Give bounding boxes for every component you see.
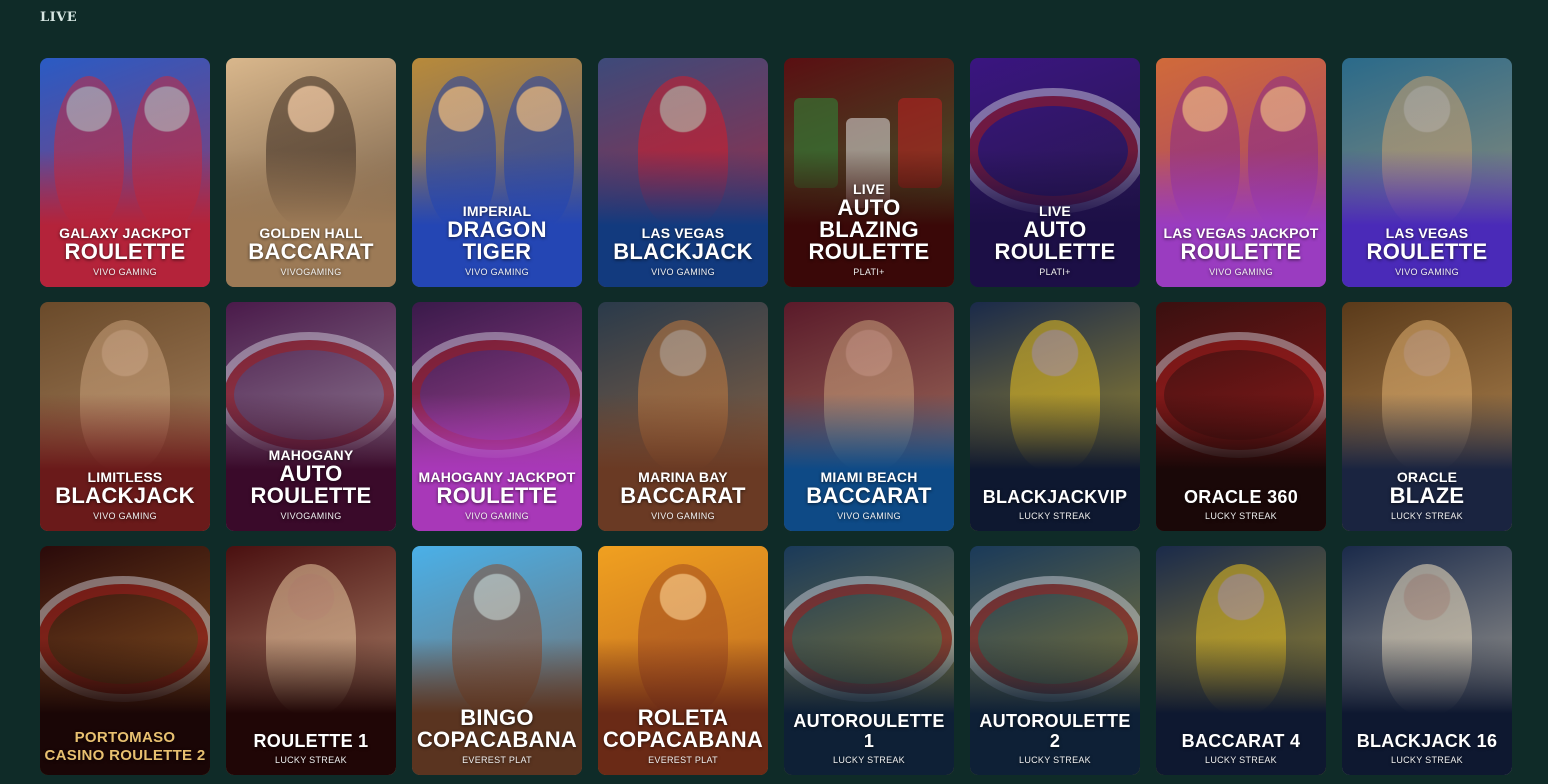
game-provider: VIVO GAMING [465, 267, 529, 277]
game-provider: LUCKY STREAK [1205, 511, 1277, 521]
game-provider: VIVO GAMING [1395, 267, 1459, 277]
game-provider: VIVO GAMING [93, 267, 157, 277]
game-title: ROLETA COPACABANA [602, 705, 764, 752]
game-label: ROULETTE 1 LUCKY STREAK [230, 731, 392, 765]
game-title: BACCARAT [806, 483, 932, 508]
game-provider: VIVO GAMING [1209, 267, 1273, 277]
game-tile-galaxy-jackpot-roulette[interactable]: GALAXY JACKPOT ROULETTE VIVO GAMING [40, 58, 210, 287]
game-label: BINGO COPACABANA EVEREST PLAT [416, 705, 578, 766]
game-title: ROULETTE [436, 483, 558, 508]
game-label: AUTOROULETTE 1 LUCKY STREAK [788, 711, 950, 765]
game-provider: LUCKY STREAK [833, 755, 905, 765]
game-title: ROULETTE 1 [253, 731, 369, 751]
game-label: BLACKJACK 16 LUCKY STREAK [1346, 731, 1508, 765]
game-tile-autoroulette-2[interactable]: AUTOROULETTE 2 LUCKY STREAK [970, 546, 1140, 775]
game-title: ROULETTE [1180, 239, 1302, 264]
game-provider: EVEREST PLAT [462, 755, 532, 765]
game-title: ROULETTE [1366, 239, 1488, 264]
game-provider: PLATI+ [1039, 267, 1071, 277]
game-tile-oracle-360[interactable]: ORACLE 360 LUCKY STREAK [1156, 302, 1326, 531]
game-tile-portomaso-casino-roulette-2[interactable]: PORTOMASO CASINO ROULETTE 2 [40, 546, 210, 775]
game-tile-roleta-copacabana[interactable]: ROLETA COPACABANA EVEREST PLAT [598, 546, 768, 775]
game-provider: LUCKY STREAK [1019, 511, 1091, 521]
game-provider: LUCKY STREAK [1391, 755, 1463, 765]
game-title: DRAGON TIGER [447, 217, 547, 264]
game-label: BACCARAT 4 LUCKY STREAK [1160, 731, 1322, 765]
game-label: ORACLE 360 LUCKY STREAK [1160, 487, 1322, 521]
game-tile-baccarat-4[interactable]: BACCARAT 4 LUCKY STREAK [1156, 546, 1326, 775]
game-label: MIAMI BEACH BACCARAT VIVO GAMING [788, 470, 950, 522]
game-provider: VIVO GAMING [651, 267, 715, 277]
game-tile-limitless-blackjack[interactable]: LIMITLESS BLACKJACK VIVO GAMING [40, 302, 210, 531]
game-tile-oracle-blaze[interactable]: ORACLE BLAZE LUCKY STREAK [1342, 302, 1512, 531]
game-tile-blackjackvip[interactable]: BLACKJACKVIP LUCKY STREAK [970, 302, 1140, 531]
game-provider: VIVO GAMING [465, 511, 529, 521]
game-provider: EVEREST PLAT [648, 755, 718, 765]
game-tile-golden-hall-baccarat[interactable]: GOLDEN HALL BACCARAT VIVOGAMING [226, 58, 396, 287]
game-provider: VIVOGAMING [280, 267, 342, 277]
game-provider: VIVO GAMING [837, 511, 901, 521]
game-title: BACCARAT [248, 239, 374, 264]
game-provider: VIVO GAMING [651, 511, 715, 521]
game-label: BLACKJACKVIP LUCKY STREAK [974, 487, 1136, 521]
game-title: BACCARAT [620, 483, 746, 508]
game-provider: LUCKY STREAK [275, 755, 347, 765]
game-title: BLAZE [1389, 483, 1465, 508]
game-tile-autoroulette-1[interactable]: AUTOROULETTE 1 LUCKY STREAK [784, 546, 954, 775]
game-provider: PLATI+ [853, 267, 885, 277]
game-tile-las-vegas-blackjack[interactable]: LAS VEGAS BLACKJACK VIVO GAMING [598, 58, 768, 287]
game-tile-imperial-dragon-tiger[interactable]: IMPERIAL DRAGON TIGER VIVO GAMING [412, 58, 582, 287]
game-tile-miami-beach-baccarat[interactable]: MIAMI BEACH BACCARAT VIVO GAMING [784, 302, 954, 531]
game-title: BACCARAT 4 [1181, 731, 1301, 751]
game-label: MAHOGANY AUTO ROULETTE VIVOGAMING [230, 448, 392, 522]
game-provider: LUCKY STREAK [1019, 755, 1091, 765]
game-title: AUTO ROULETTE [250, 461, 372, 508]
game-title: BLACKJACK [55, 483, 195, 508]
game-tile-live-auto-roulette[interactable]: LIVE AUTO ROULETTE PLATI+ [970, 58, 1140, 287]
game-label: MAHOGANY JACKPOT ROULETTE VIVO GAMING [416, 470, 578, 522]
game-label: ORACLE BLAZE LUCKY STREAK [1346, 470, 1508, 522]
game-tile-mahogany-auto-roulette[interactable]: MAHOGANY AUTO ROULETTE VIVOGAMING [226, 302, 396, 531]
game-label: LIVE AUTO ROULETTE PLATI+ [974, 204, 1136, 278]
game-label: IMPERIAL DRAGON TIGER VIVO GAMING [416, 204, 578, 278]
game-title: ORACLE 360 [1183, 487, 1299, 507]
game-provider: VIVOGAMING [280, 511, 342, 521]
game-provider: LUCKY STREAK [1205, 755, 1277, 765]
game-title: BLACKJACK [613, 239, 753, 264]
section-title: LIVE [40, 10, 78, 25]
game-title: BINGO COPACABANA [416, 705, 578, 752]
game-label: LIVE AUTO BLAZING ROULETTE PLATI+ [788, 182, 950, 278]
game-label: ROLETA COPACABANA EVEREST PLAT [602, 705, 764, 766]
game-title: ROULETTE [64, 239, 186, 264]
game-label: PORTOMASO CASINO ROULETTE 2 [44, 729, 206, 765]
games-grid: GALAXY JACKPOT ROULETTE VIVO GAMING GOLDEN … [40, 58, 1512, 775]
game-title: BLACKJACK 16 [1356, 731, 1498, 751]
game-title: AUTOROULETTE 2 [979, 711, 1131, 751]
game-title: AUTO ROULETTE [994, 217, 1116, 264]
game-label: AUTOROULETTE 2 LUCKY STREAK [974, 711, 1136, 765]
game-tile-las-vegas-roulette[interactable]: LAS VEGAS ROULETTE VIVO GAMING [1342, 58, 1512, 287]
game-tile-bingo-copacabana[interactable]: BINGO COPACABANA EVEREST PLAT [412, 546, 582, 775]
game-label: GALAXY JACKPOT ROULETTE VIVO GAMING [44, 226, 206, 278]
game-label: LIMITLESS BLACKJACK VIVO GAMING [44, 470, 206, 522]
game-label: LAS VEGAS BLACKJACK VIVO GAMING [602, 226, 764, 278]
game-tile-marina-bay-baccarat[interactable]: MARINA BAY BACCARAT VIVO GAMING [598, 302, 768, 531]
game-title: PORTOMASO CASINO ROULETTE 2 [44, 729, 206, 764]
game-tile-blackjack-16[interactable]: BLACKJACK 16 LUCKY STREAK [1342, 546, 1512, 775]
game-provider: LUCKY STREAK [1391, 511, 1463, 521]
game-title: BLACKJACKVIP [982, 487, 1128, 507]
game-title: AUTO BLAZING ROULETTE [808, 195, 930, 264]
game-label: LAS VEGAS ROULETTE VIVO GAMING [1346, 226, 1508, 278]
game-tile-live-auto-blazing-roulette[interactable]: LIVE AUTO BLAZING ROULETTE PLATI+ [784, 58, 954, 287]
game-label: LAS VEGAS JACKPOT ROULETTE VIVO GAMING [1160, 226, 1322, 278]
game-tile-roulette-1[interactable]: ROULETTE 1 LUCKY STREAK [226, 546, 396, 775]
game-tile-las-vegas-jackpot-roulette[interactable]: LAS VEGAS JACKPOT ROULETTE VIVO GAMING [1156, 58, 1326, 287]
game-label: MARINA BAY BACCARAT VIVO GAMING [602, 470, 764, 522]
game-provider: VIVO GAMING [93, 511, 157, 521]
game-label: GOLDEN HALL BACCARAT VIVOGAMING [230, 226, 392, 278]
game-title: AUTOROULETTE 1 [793, 711, 945, 751]
game-tile-mahogany-jackpot-roulette[interactable]: MAHOGANY JACKPOT ROULETTE VIVO GAMING [412, 302, 582, 531]
